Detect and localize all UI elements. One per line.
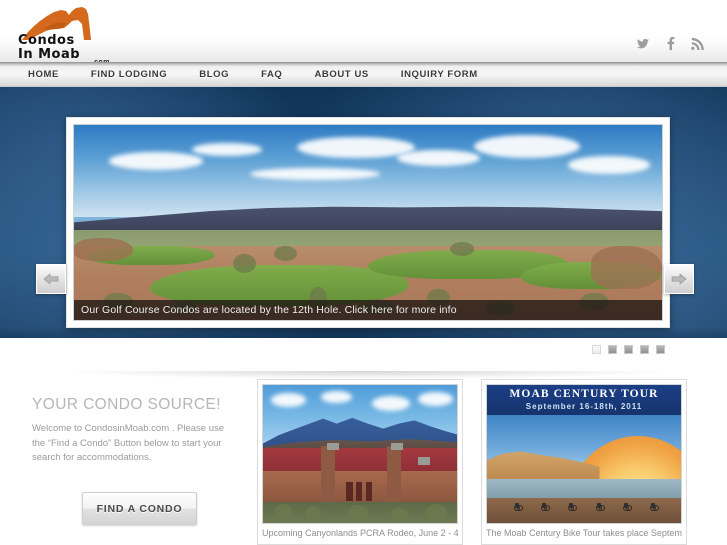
century-tour-caption: The Moab Century Bike Tour takes place S… xyxy=(486,528,682,538)
golf-course-photo xyxy=(74,125,662,320)
hero-slider[interactable]: Our Golf Course Condos are located by th… xyxy=(66,117,670,328)
slider-dot-2[interactable] xyxy=(608,345,617,354)
slider-dot-5[interactable] xyxy=(656,345,665,354)
intro-paragraph: Welcome to CondosinMoab.com . Please use… xyxy=(32,423,225,464)
nav-item-inquiry-form[interactable]: INQUIRY FORM xyxy=(385,69,494,80)
poster-title: MOAB CENTURY TOUR xyxy=(509,387,659,400)
slider-dot-1[interactable] xyxy=(592,345,601,354)
century-tour-card[interactable]: MOAB CENTURY TOUR September 16-18th, 201… xyxy=(481,379,687,545)
slider-prev-button[interactable] xyxy=(36,264,66,294)
slide-caption[interactable]: Our Golf Course Condos are located by th… xyxy=(74,300,662,320)
logo-line-1: Condos xyxy=(18,33,75,48)
nav-item-blog[interactable]: BLOG xyxy=(183,69,245,80)
rodeo-caption: Upcoming Canyonlands PCRA Rodeo, June 2 … xyxy=(262,528,458,538)
rodeo-photo xyxy=(262,384,458,524)
facebook-icon[interactable] xyxy=(663,36,678,51)
find-a-condo-label: FIND A CONDO xyxy=(96,502,183,515)
nav-item-faq[interactable]: FAQ xyxy=(245,69,298,80)
slider-pagination xyxy=(592,345,665,354)
twitter-icon[interactable] xyxy=(636,36,651,51)
rodeo-card[interactable]: Upcoming Canyonlands PCRA Rodeo, June 2 … xyxy=(257,379,463,545)
century-tour-poster: MOAB CENTURY TOUR September 16-18th, 201… xyxy=(486,384,682,524)
site-logo[interactable]: Condos In Moab .com xyxy=(14,2,114,66)
social-links xyxy=(636,36,705,51)
band-bottom-fade xyxy=(0,328,727,338)
main-navigation: HOME FIND LODGING BLOG FAQ ABOUT US INQU… xyxy=(0,62,727,87)
content-top-shadow xyxy=(62,371,672,379)
page-title: YOUR CONDO SOURCE! xyxy=(32,396,221,413)
slider-dot-4[interactable] xyxy=(640,345,649,354)
nav-item-find-lodging[interactable]: FIND LODGING xyxy=(75,69,183,80)
site-header: Condos In Moab .com xyxy=(0,0,727,66)
slide-caption-text: Our Golf Course Condos are located by th… xyxy=(81,304,457,316)
poster-dates: September 16-18th, 2011 xyxy=(525,401,643,411)
rss-icon[interactable] xyxy=(690,36,705,51)
nav-item-home[interactable]: HOME xyxy=(22,69,75,80)
nav-item-about-us[interactable]: ABOUT US xyxy=(298,69,384,80)
slider-next-button[interactable] xyxy=(664,264,694,294)
logo-wordmark: Condos In Moab xyxy=(18,34,110,61)
slide-golf-course[interactable]: Our Golf Course Condos are located by th… xyxy=(73,124,663,321)
page-root: Condos In Moab .com HOME FIND LODGING BL… xyxy=(0,0,727,545)
find-a-condo-button[interactable]: FIND A CONDO xyxy=(82,492,197,525)
intro-block: YOUR CONDO SOURCE! Welcome to CondosinMo… xyxy=(32,396,238,466)
arrow-right-icon xyxy=(671,273,687,285)
slider-dot-3[interactable] xyxy=(624,345,633,354)
arrow-left-icon xyxy=(43,273,59,285)
